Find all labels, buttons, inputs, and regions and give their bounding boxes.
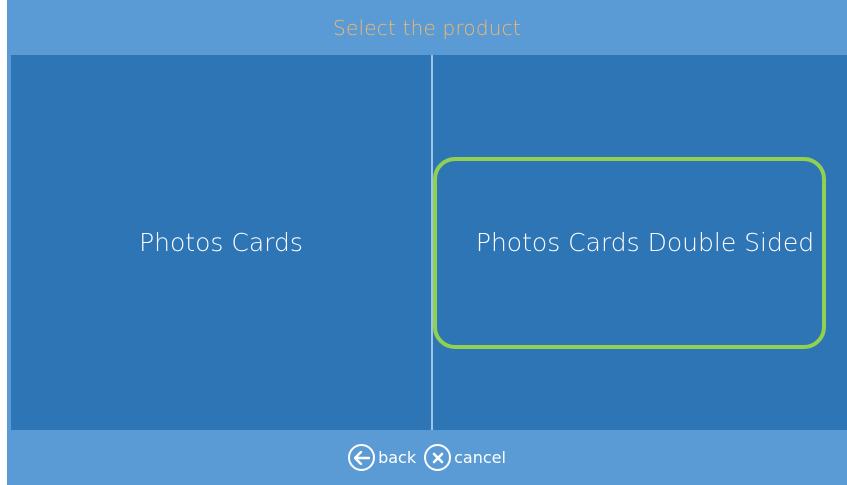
- product-option-label: Photos Cards: [139, 228, 303, 257]
- header: Select the product: [7, 0, 847, 55]
- x-circle-icon: [424, 444, 452, 471]
- product-option-photos-cards[interactable]: Photos Cards: [11, 55, 431, 430]
- selection-highlight: [433, 157, 826, 349]
- back-label: back: [378, 448, 417, 467]
- product-selection-screen: Select the product Photos Cards Photos C…: [7, 0, 847, 485]
- footer-nav: back cancel: [7, 430, 847, 485]
- back-button[interactable]: back: [348, 444, 416, 471]
- arrow-left-circle-icon: [348, 444, 376, 471]
- cancel-label: cancel: [454, 448, 506, 467]
- page-title: Select the product: [333, 15, 521, 40]
- cancel-button[interactable]: cancel: [424, 444, 506, 471]
